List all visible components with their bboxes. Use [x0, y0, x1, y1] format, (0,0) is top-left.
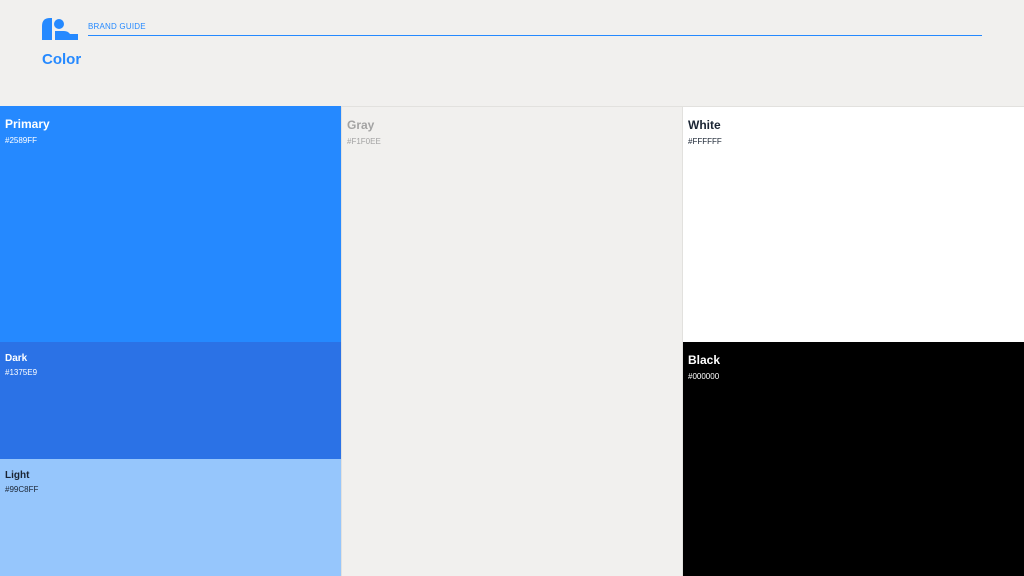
- swatch-primary: Primary #2589FF: [0, 106, 341, 342]
- brand-guide-page: BRAND GUIDE Color Primary #2589FF Dark #…: [0, 0, 1024, 576]
- swatch-hex: #1375E9: [5, 368, 38, 377]
- swatch-hex: #2589FF: [5, 136, 38, 145]
- header-divider: [88, 35, 982, 36]
- swatch-name: Primary: [5, 117, 50, 131]
- brand-guide-label: BRAND GUIDE: [88, 22, 146, 31]
- brand-logo-icon: [42, 18, 78, 40]
- swatch-name: Black: [688, 353, 721, 367]
- header: BRAND GUIDE Color: [0, 0, 1024, 106]
- swatch-hex: #000000: [688, 372, 720, 381]
- page-title: Color: [42, 51, 82, 68]
- swatch-name: Gray: [347, 118, 375, 132]
- swatch-name: Light: [5, 470, 30, 481]
- swatch-white: White #FFFFFF: [683, 106, 1024, 342]
- swatch-light: Light #99C8FF: [0, 459, 341, 576]
- swatch-dark: Dark #1375E9: [0, 342, 341, 459]
- swatch-gray: Gray #F1F0EE: [341, 106, 683, 576]
- swatch-hex: #F1F0EE: [347, 137, 381, 146]
- swatch-black: Black #000000: [683, 342, 1024, 576]
- swatch-name: Dark: [5, 353, 28, 364]
- swatch-hex: #FFFFFF: [688, 137, 722, 146]
- swatch-name: White: [688, 118, 721, 132]
- swatch-hex: #99C8FF: [5, 485, 39, 494]
